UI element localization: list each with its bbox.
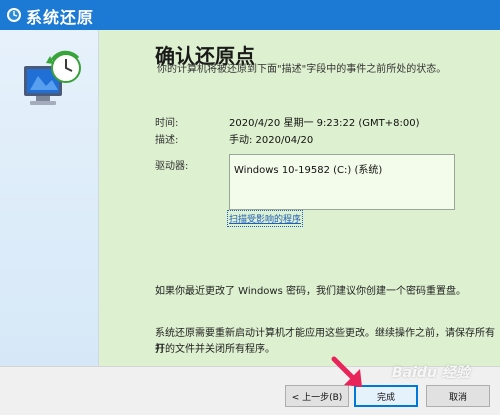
system-restore-icon — [7, 8, 21, 22]
time-label: 时间: — [155, 118, 179, 129]
restart-note-line2: 开的文件并关闭所有程序。 — [155, 344, 275, 355]
password-note: 如果你最近更改了 Windows 密码，我们建议你创建一个密码重置盘。 — [155, 286, 466, 297]
cancel-button[interactable]: 取消 — [426, 385, 490, 407]
pointer-arrow-icon — [331, 356, 362, 387]
description-value: 手动: 2020/04/20 — [229, 135, 314, 146]
computer-restore-icon — [24, 50, 81, 105]
drives-list[interactable]: Windows 10-19582 (C:) (系统) — [229, 154, 455, 210]
scan-affected-programs-link[interactable]: 扫描受影响的程序 — [226, 210, 304, 227]
title-bar: 系统还原 — [0, 0, 500, 30]
window-title: 系统还原 — [26, 8, 95, 27]
drive-entry: Windows 10-19582 (C:) (系统) — [234, 165, 383, 176]
time-value: 2020/4/20 星期一 9:23:22 (GMT+8:00) — [229, 118, 420, 129]
intro-text: 你的计算机将被还原到下面"描述"字段中的事件之前所处的状态。 — [157, 64, 447, 75]
drives-label: 驱动器: — [155, 161, 189, 172]
watermark: Baidu 经验 — [392, 365, 470, 381]
side-banner — [0, 30, 99, 366]
main-panel: 确认还原点 你的计算机将被还原到下面"描述"字段中的事件之前所处的状态。 时间:… — [99, 30, 500, 366]
description-label: 描述: — [155, 135, 179, 146]
